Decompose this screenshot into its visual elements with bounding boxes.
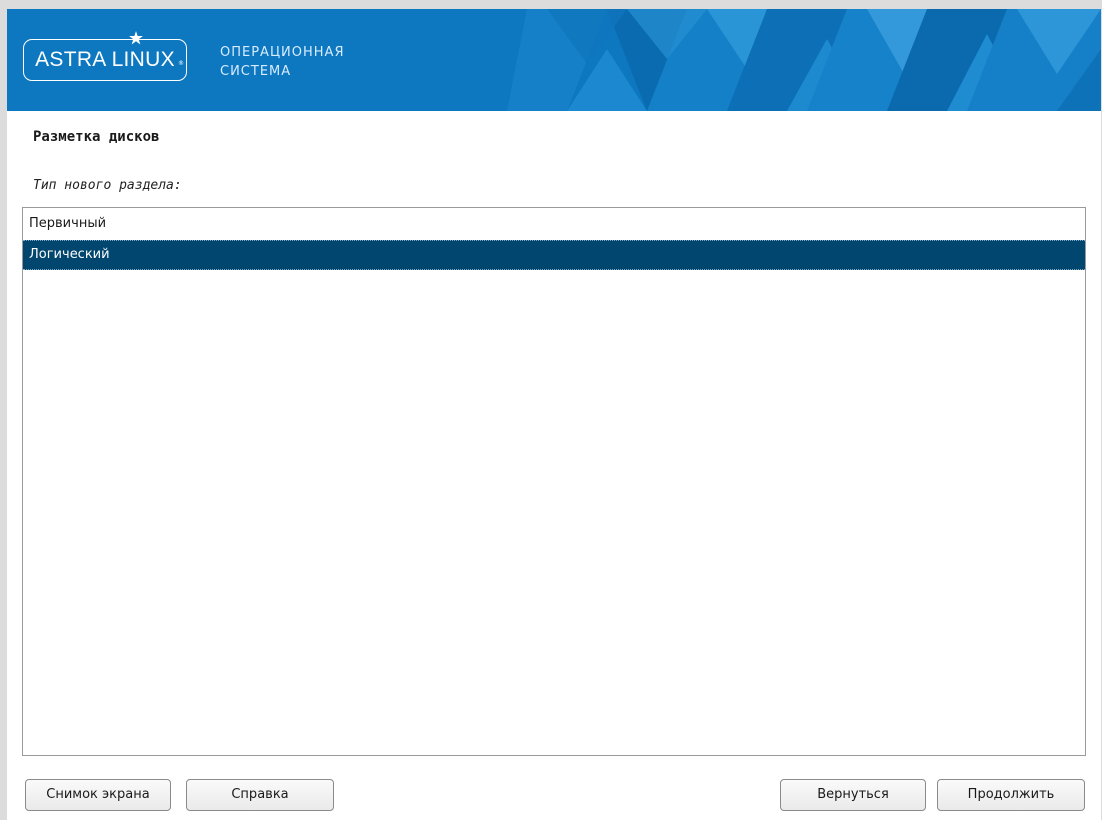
os-subtitle: ОПЕРАЦИОННАЯ СИСТЕМА — [220, 43, 344, 81]
question-prompt: Тип нового раздела: — [33, 178, 182, 193]
list-item-primary[interactable]: Первичный — [23, 209, 1085, 239]
page-title: Разметка дисков — [33, 129, 160, 145]
registered-mark: ® — [178, 60, 184, 67]
star-icon — [129, 31, 143, 45]
astra-linux-logo: ASTRA LINUX ® — [23, 31, 187, 81]
back-button[interactable]: Вернуться — [780, 779, 926, 811]
os-subtitle-line1: ОПЕРАЦИОННАЯ — [220, 45, 345, 60]
installer-window: ASTRA LINUX ® ОПЕРАЦИОННАЯ СИСТЕМА Разме… — [7, 9, 1101, 820]
logo-text: ASTRA LINUX — [35, 48, 175, 71]
os-subtitle-line2: СИСТЕМА — [220, 64, 292, 79]
installer-screen: ASTRA LINUX ® ОПЕРАЦИОННАЯ СИСТЕМА Разме… — [0, 0, 1102, 820]
partition-type-list[interactable]: Первичный Логический — [22, 207, 1086, 756]
header-banner: ASTRA LINUX ® ОПЕРАЦИОННАЯ СИСТЕМА — [7, 9, 1101, 111]
list-item-logical[interactable]: Логический — [23, 240, 1085, 270]
continue-button[interactable]: Продолжить — [937, 779, 1085, 811]
screenshot-button[interactable]: Снимок экрана — [25, 779, 171, 811]
help-button[interactable]: Справка — [186, 779, 334, 811]
